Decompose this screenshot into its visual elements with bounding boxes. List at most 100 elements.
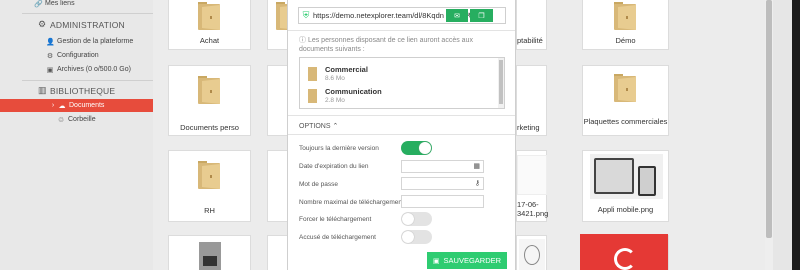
sidebar-item-label: Corbeille: [68, 116, 96, 123]
copy-icon: ❐: [478, 12, 485, 20]
folder-icon: [308, 67, 317, 81]
option-label-download-receipt: Accusé de téléchargement: [299, 234, 376, 241]
image-thumbnail: [590, 154, 663, 199]
tile-label: 17-06- 3421.png: [517, 200, 549, 218]
sidebar-item-label: Gestion de la plateforme: [57, 38, 134, 45]
library-icon: ▥: [38, 85, 47, 95]
info-message: Les personnes disposant de ce lien auron…: [299, 37, 473, 53]
max-downloads-field[interactable]: [401, 195, 484, 208]
folder-tile-rh[interactable]: RH: [168, 150, 251, 222]
sidebar-item-documents[interactable]: › ☁ Documents: [50, 99, 105, 112]
file-size: 8.6 Mo: [325, 75, 345, 82]
tile-label: Appli mobile.png: [597, 205, 654, 214]
folder-icon: [198, 161, 220, 189]
options-toggle[interactable]: OPTIONS ⌃: [299, 122, 338, 130]
sidebar-item-label: Mes liens: [45, 0, 75, 7]
folder-icon: [614, 74, 636, 102]
user-icon: 👤: [46, 38, 55, 46]
option-label-password: Mot de passe: [299, 181, 339, 188]
image-thumbnail: [519, 239, 545, 270]
copy-link-button[interactable]: ❐: [470, 9, 493, 22]
sidebar-item-configuration[interactable]: ⚙ Configuration: [46, 49, 99, 62]
info-text: ⓘ Les personnes disposant de ce lien aur…: [299, 36, 507, 54]
sidebar-item-archives[interactable]: ▣ Archives (0 o/500.0 Go): [46, 63, 131, 76]
scrollbar-thumb[interactable]: [766, 0, 772, 238]
window-edge: [792, 0, 800, 270]
password-field[interactable]: ⚷: [401, 177, 484, 190]
sidebar-divider: [22, 13, 153, 14]
option-label-expiry: Date d'expiration du lien: [299, 163, 369, 170]
divider: [288, 30, 515, 31]
chevron-up-icon: ⌃: [332, 123, 339, 130]
video-file-icon: [199, 242, 221, 270]
save-label: SAUVEGARDER: [443, 256, 502, 265]
video-tile[interactable]: [168, 235, 251, 270]
folder-tile-achat[interactable]: Achat: [168, 0, 251, 50]
sidebar-item-label: Archives (0 o/500.0 Go): [57, 66, 131, 73]
sidebar-item-label: Documents: [69, 102, 105, 109]
force-download-toggle[interactable]: [401, 212, 432, 226]
option-label-max-downloads: Nombre maximal de téléchargements: [299, 199, 408, 206]
sidebar-item-my-links[interactable]: 🔗 Mes liens: [34, 0, 75, 10]
folder-icon: [198, 2, 220, 30]
gear-icon: ⚙: [46, 52, 54, 60]
save-button[interactable]: ▣ SAUVEGARDER: [427, 252, 507, 269]
share-url-box: ⛨ https://demo.netexplorer.team/dl/8Kqdn…: [298, 7, 506, 24]
sidebar-section-library[interactable]: ▥ BIBLIOTHEQUE: [38, 84, 115, 97]
calendar-icon[interactable]: ▦: [473, 162, 480, 170]
divider: [288, 134, 515, 135]
sidebar-divider: [22, 80, 153, 81]
email-link-button[interactable]: ✉: [446, 9, 468, 22]
shield-check-icon: ⛨: [302, 10, 310, 20]
option-label-always-latest: Toujours la dernière version: [299, 145, 379, 152]
image-thumbnail: [580, 234, 668, 270]
tile-label: Démo: [615, 36, 636, 45]
section-label: BIBLIOTHEQUE: [50, 85, 116, 96]
folder-tile-comptabilite[interactable]: ptabilité: [516, 0, 547, 50]
file-name: Commercial: [325, 65, 368, 74]
toggle-knob: [419, 142, 431, 154]
info-icon: ⓘ: [299, 37, 308, 44]
image-tile-screenshot[interactable]: 17-06- 3421.png: [516, 150, 549, 222]
sidebar-item-trash[interactable]: ♲ Corbeille: [57, 113, 96, 126]
folder-icon: [614, 2, 636, 30]
folder-tile-marketing[interactable]: rketing: [516, 65, 547, 136]
shared-files-list[interactable]: Commercial 8.6 Mo Communication 2.8 Mo: [299, 57, 505, 109]
app-frame: 🔗 Mes liens ⚙ ADMINISTRATION 👤 Gestion d…: [0, 0, 792, 270]
image-tile-meme[interactable]: [516, 235, 547, 270]
sidebar: 🔗 Mes liens ⚙ ADMINISTRATION 👤 Gestion d…: [0, 0, 153, 270]
list-scrollbar-thumb[interactable]: [499, 60, 503, 104]
sidebar-section-administration[interactable]: ⚙ ADMINISTRATION: [38, 18, 125, 31]
tile-label: Plaquettes commerciales: [583, 117, 668, 126]
option-label-force-download: Forcer le téléchargement: [299, 216, 372, 223]
sidebar-item-label: Configuration: [57, 52, 99, 59]
folder-tile-demo[interactable]: Démo: [582, 0, 669, 50]
share-url-input[interactable]: https://demo.netexplorer.team/dl/8Kqdn: [313, 11, 463, 20]
expiry-date-field[interactable]: ▦: [401, 160, 484, 173]
options-label: OPTIONS: [299, 123, 331, 130]
folder-tile-documents-perso[interactable]: Documents perso: [168, 65, 251, 136]
folder-tile-plaquettes[interactable]: Plaquettes commerciales: [582, 65, 669, 136]
toggle-knob: [402, 213, 414, 225]
share-link-dialog: ⛨ https://demo.netexplorer.team/dl/8Kqdn…: [287, 0, 516, 270]
section-label: ADMINISTRATION: [50, 19, 125, 30]
envelope-icon: ✉: [454, 12, 460, 20]
divider: [288, 115, 515, 116]
download-receipt-toggle[interactable]: [401, 230, 432, 244]
image-tile-red[interactable]: [580, 234, 669, 270]
save-icon: ▣: [432, 257, 440, 265]
file-size: 2.8 Mo: [325, 97, 345, 104]
link-icon: 🔗: [34, 0, 43, 8]
tile-label: Documents perso: [180, 123, 239, 132]
folder-icon: [198, 76, 220, 104]
cloud-icon: ☁: [58, 102, 66, 110]
image-tile-appli-mobile[interactable]: Appli mobile.png: [582, 150, 669, 222]
always-latest-toggle[interactable]: [401, 141, 432, 155]
tile-label: Achat: [199, 36, 220, 45]
tile-label: ptabilité: [517, 36, 543, 45]
trash-icon: ♲: [57, 116, 65, 124]
sidebar-item-platform[interactable]: 👤 Gestion de la plateforme: [46, 35, 133, 48]
list-scrollbar[interactable]: [498, 58, 504, 108]
key-icon[interactable]: ⚷: [475, 179, 480, 187]
folder-icon: [308, 89, 317, 103]
